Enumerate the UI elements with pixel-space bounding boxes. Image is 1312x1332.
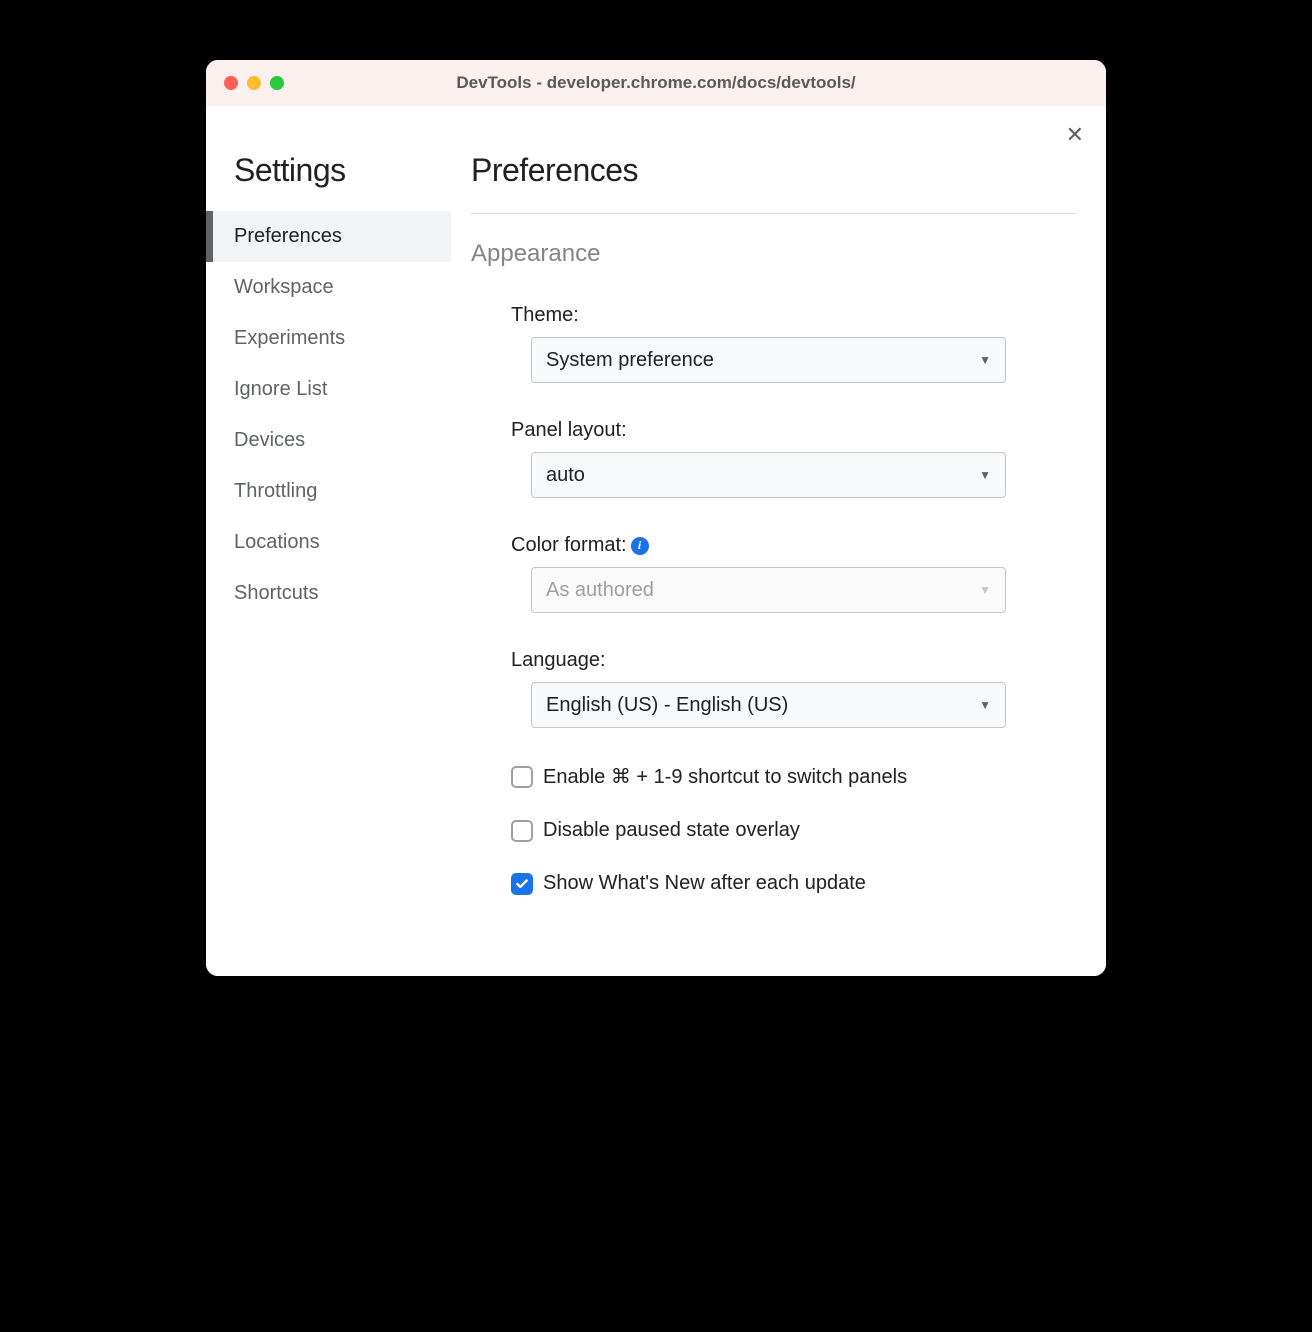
sidebar-item-devices[interactable]: Devices — [206, 415, 451, 466]
sidebar-item-locations[interactable]: Locations — [206, 517, 451, 568]
checkbox-row[interactable]: Enable ⌘ + 1-9 shortcut to switch panels — [511, 764, 1076, 789]
checkbox[interactable] — [511, 873, 533, 895]
chevron-down-icon: ▼ — [979, 353, 991, 367]
sidebar-item-throttling[interactable]: Throttling — [206, 466, 451, 517]
titlebar: DevTools - developer.chrome.com/docs/dev… — [206, 60, 1106, 106]
sidebar-item-label: Experiments — [234, 327, 345, 349]
close-icon[interactable]: ✕ — [1066, 124, 1084, 146]
section-title: Appearance — [471, 240, 1076, 268]
sidebar-item-label: Workspace — [234, 276, 334, 298]
settings-group: Theme: System preference ▼ Panel layout:… — [471, 304, 1076, 895]
sidebar: Settings Preferences Workspace Experiments… — [206, 106, 451, 976]
sidebar-item-label: Shortcuts — [234, 582, 318, 604]
language-select-value: English (US) - English (US) — [546, 694, 788, 717]
sidebar-item-label: Devices — [234, 429, 305, 451]
sidebar-item-label: Throttling — [234, 480, 317, 502]
chevron-down-icon: ▼ — [979, 698, 991, 712]
sidebar-title: Settings — [206, 152, 451, 211]
window-close-button[interactable] — [224, 76, 238, 90]
panel-layout-select-value: auto — [546, 464, 585, 487]
sidebar-item-experiments[interactable]: Experiments — [206, 313, 451, 364]
checkbox-row[interactable]: Disable paused state overlay — [511, 819, 1076, 842]
sidebar-item-label: Locations — [234, 531, 320, 553]
theme-select-value: System preference — [546, 349, 714, 372]
sidebar-item-workspace[interactable]: Workspace — [206, 262, 451, 313]
traffic-lights — [224, 76, 284, 90]
sidebar-item-shortcuts[interactable]: Shortcuts — [206, 568, 451, 619]
devtools-window: DevTools - developer.chrome.com/docs/dev… — [206, 60, 1106, 976]
panel-layout-label-text: Panel layout: — [511, 419, 627, 442]
color-format-label-text: Color format: — [511, 534, 627, 557]
checkbox-label: Enable ⌘ + 1-9 shortcut to switch panels — [543, 764, 907, 789]
color-format-select: As authored ▼ — [531, 567, 1006, 613]
checkbox-label: Show What's New after each update — [543, 872, 866, 895]
color-format-select-value: As authored — [546, 579, 654, 602]
window-title: DevTools - developer.chrome.com/docs/dev… — [456, 73, 855, 93]
sidebar-item-ignore-list[interactable]: Ignore List — [206, 364, 451, 415]
panel-layout-select[interactable]: auto ▼ — [531, 452, 1006, 498]
color-format-label: Color format: i — [511, 534, 1076, 557]
sidebar-item-label: Ignore List — [234, 378, 327, 400]
language-select[interactable]: English (US) - English (US) ▼ — [531, 682, 1006, 728]
theme-select[interactable]: System preference ▼ — [531, 337, 1006, 383]
checkbox[interactable] — [511, 820, 533, 842]
checkbox[interactable] — [511, 766, 533, 788]
window-maximize-button[interactable] — [270, 76, 284, 90]
theme-label: Theme: — [511, 304, 1076, 327]
checkbox-row[interactable]: Show What's New after each update — [511, 872, 1076, 895]
sidebar-item-preferences[interactable]: Preferences — [206, 211, 451, 262]
language-label: Language: — [511, 649, 1076, 672]
panel-layout-label: Panel layout: — [511, 419, 1076, 442]
chevron-down-icon: ▼ — [979, 468, 991, 482]
chevron-down-icon: ▼ — [979, 583, 991, 597]
checkbox-label: Disable paused state overlay — [543, 819, 800, 842]
info-icon[interactable]: i — [631, 537, 649, 555]
main-panel: Preferences Appearance Theme: System pre… — [451, 106, 1106, 976]
content-area: ✕ Settings Preferences Workspace Experimen… — [206, 106, 1106, 976]
window-minimize-button[interactable] — [247, 76, 261, 90]
theme-label-text: Theme: — [511, 304, 579, 327]
sidebar-item-label: Preferences — [234, 225, 342, 247]
language-label-text: Language: — [511, 649, 606, 672]
page-title: Preferences — [471, 152, 1076, 214]
